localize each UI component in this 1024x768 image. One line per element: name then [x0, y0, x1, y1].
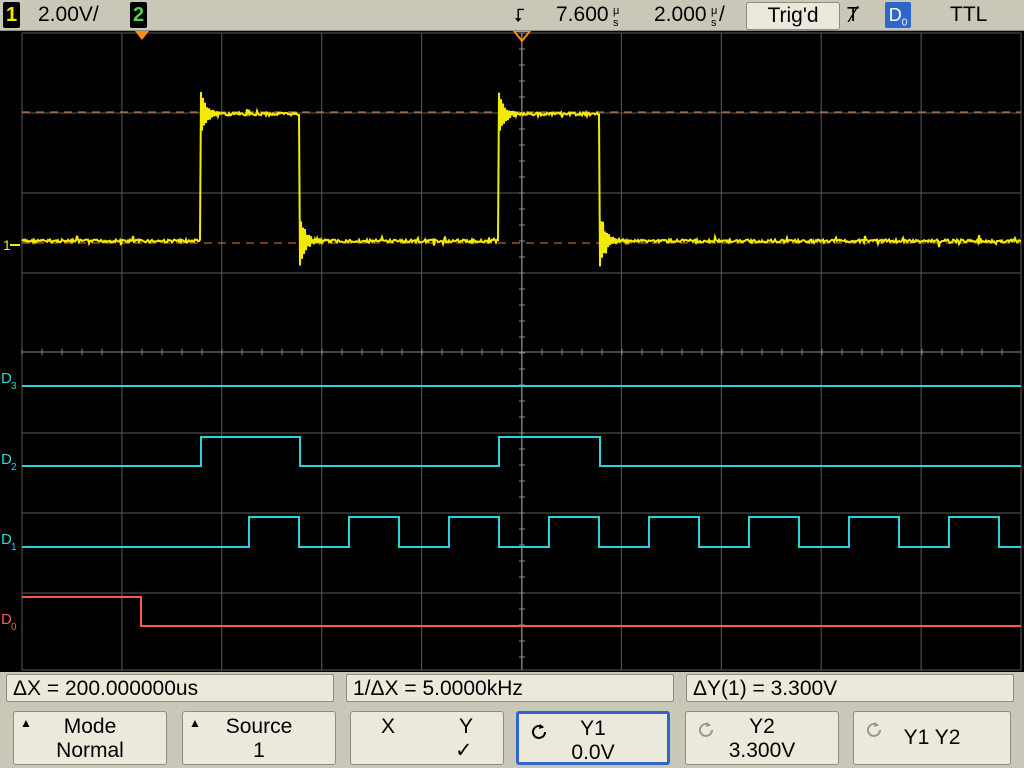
digital-channel-label-sub: 0 — [11, 622, 17, 633]
y1-value: 0.0V — [571, 741, 615, 764]
ch-trigger-marker — [135, 31, 149, 40]
digital-channel-label-sub: 3 — [11, 381, 17, 392]
softkey-bar: ▲ Mode Normal ▲ Source 1 X Y ✓ Y1 0.0V Y… — [0, 708, 1024, 768]
mode-softkey[interactable]: ▲ Mode Normal — [13, 711, 167, 765]
y-label: Y — [459, 715, 474, 738]
trigger-edge-icon: Ⱦ — [847, 4, 860, 26]
trigger-type: TTL — [950, 3, 988, 26]
x-label: X — [381, 715, 396, 738]
y1y2-label: Y1 Y2 — [903, 726, 961, 749]
trigger-position-unit-letter: s — [613, 17, 619, 29]
trigger-status: Trig'd — [746, 2, 840, 30]
y1y2-cursor-softkey[interactable]: Y1 Y2 — [853, 711, 1011, 765]
ch2-indicator[interactable]: 2 — [130, 2, 147, 28]
trigger-position-value[interactable]: 7.600 — [556, 0, 609, 30]
delta-x-readout: ΔX = 200.000000us — [6, 674, 334, 702]
source-softkey[interactable]: ▲ Source 1 — [182, 711, 336, 765]
ch1-ground-marker: 1 — [3, 237, 11, 253]
y2-label: Y2 — [749, 715, 775, 738]
delta-y-readout: ΔY(1) = 3.300V — [686, 674, 1014, 702]
time-scale-unit-letter: s — [711, 17, 717, 29]
trigger-source-indicator[interactable]: D0 — [885, 2, 911, 29]
trigger-source-label: D — [888, 5, 902, 25]
y2-cursor-softkey[interactable]: Y2 3.300V — [685, 711, 839, 765]
y2-value: 3.300V — [728, 739, 796, 762]
waveform-canvas: 1D 3D 2D 1D 0 — [1, 30, 1022, 671]
waveform-display[interactable]: 1D3D2D1D0 — [0, 30, 1024, 672]
y1-label: Y1 — [580, 717, 606, 740]
time-scale-value[interactable]: 2.000 — [654, 0, 707, 30]
time-scale-prefix: μ — [711, 5, 718, 17]
xy-softkey[interactable]: X Y ✓ — [350, 711, 504, 765]
check-icon: ✓ — [455, 739, 473, 762]
ch1-indicator[interactable]: 1 — [3, 2, 20, 28]
graticule — [21, 32, 1022, 671]
inverse-delta-x-readout: 1/ΔX = 5.0000kHz — [346, 674, 674, 702]
mode-label: Mode — [63, 715, 117, 738]
channel-labels: 1D 3D 2D 1D 0 — [1, 237, 20, 633]
digital-channel-label-sub: 2 — [11, 462, 17, 473]
source-value: 1 — [253, 739, 265, 762]
time-scale-suffix: / — [719, 3, 725, 26]
trigger-position-prefix: μ — [613, 5, 620, 17]
mode-value: Normal — [56, 739, 124, 762]
status-bar: 1 2.00V/ 2 ⮦ 7.600 μ s 2.000 μ s / Trig'… — [0, 0, 1024, 31]
ch1-scale[interactable]: 2.00V/ — [38, 0, 99, 30]
trigger-position-icon: ⮦ — [514, 5, 525, 25]
y1-cursor-softkey[interactable]: Y1 0.0V — [516, 711, 670, 765]
digital-channel-label-sub: 1 — [11, 542, 17, 553]
source-label: Source — [225, 715, 293, 738]
trigger-source-sub: 0 — [901, 17, 908, 29]
measurement-bar: ΔX = 200.000000us 1/ΔX = 5.0000kHz ΔY(1)… — [0, 672, 1024, 708]
